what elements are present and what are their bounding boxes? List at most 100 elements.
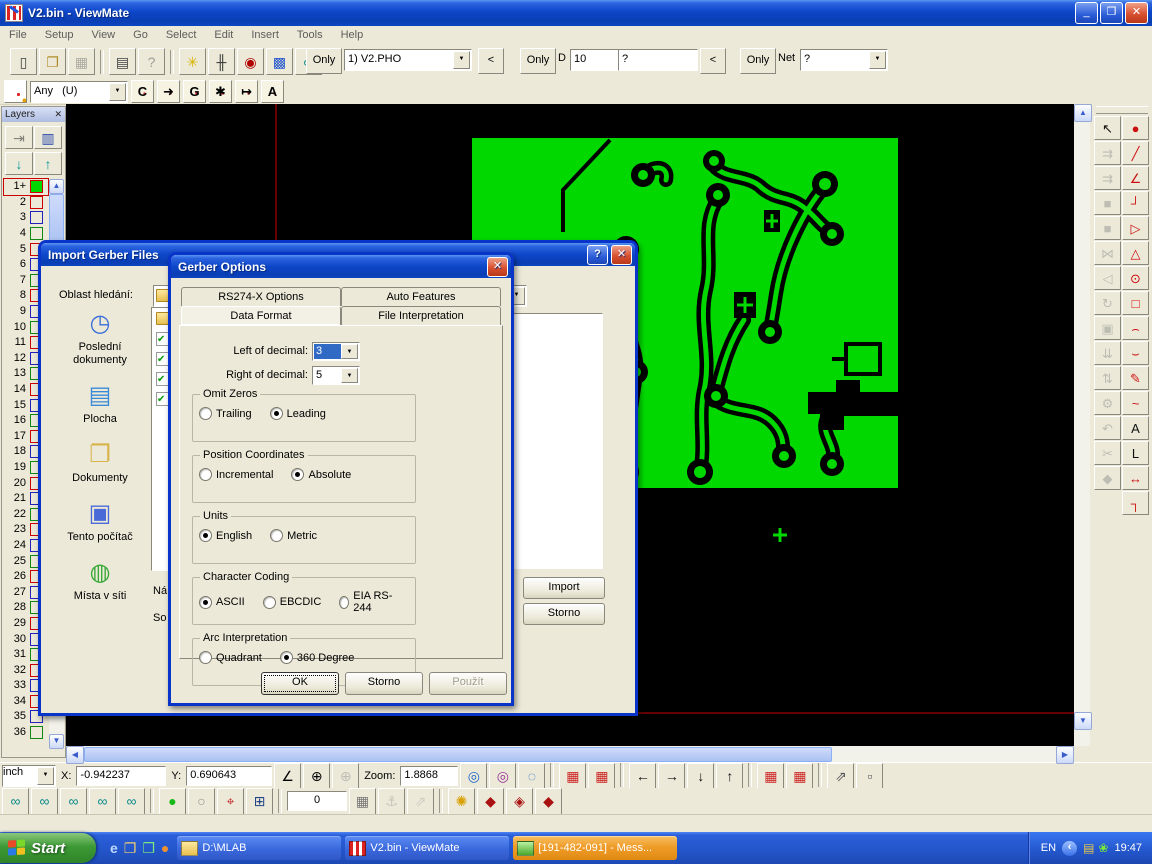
radio-ascii[interactable]: ASCII — [199, 596, 245, 609]
dialog-help-button[interactable]: ? — [587, 245, 608, 265]
angle-measure-button[interactable]: ∠ — [274, 763, 301, 790]
tab-auto-features[interactable]: Auto Features — [341, 287, 501, 306]
triangle-tool-button[interactable]: △ — [1122, 241, 1149, 265]
menu-item-insert[interactable]: Insert — [242, 27, 288, 44]
cancel-button[interactable]: Storno — [523, 603, 605, 625]
radio-eia-rs-244[interactable]: EIA RS-244 — [339, 590, 395, 614]
tab-rs274-x-options[interactable]: RS274-X Options — [181, 287, 341, 306]
grid-show-button[interactable]: ▦ — [559, 763, 586, 790]
layer-row[interactable]: 3 — [4, 210, 48, 226]
menu-item-help[interactable]: Help — [332, 27, 373, 44]
scroll-left-icon[interactable]: ◀ — [66, 746, 84, 764]
chevron-down-icon[interactable]: ▼ — [109, 83, 126, 101]
circle-tool-button[interactable]: ⊙ — [1122, 266, 1149, 290]
task-viewmate[interactable]: V2.bin - ViewMate — [345, 836, 509, 860]
tool-star-icon[interactable]: ✱ — [209, 80, 232, 103]
chevron-down-icon[interactable]: ▼ — [37, 767, 54, 785]
select-area-button[interactable]: ▫ — [856, 763, 883, 790]
origin-target-button[interactable]: ⊕ — [303, 763, 330, 790]
firefox-icon[interactable]: ● — [161, 841, 169, 855]
scroll-down-icon[interactable]: ▼ — [1074, 712, 1092, 730]
dcode-input[interactable]: 10 — [570, 49, 622, 71]
grid-snap-button[interactable]: ▦ — [588, 763, 615, 790]
highlight-off-button[interactable]: ○ — [188, 788, 215, 815]
text-l-tool-button[interactable]: L — [1122, 441, 1149, 465]
line-tool-button[interactable]: ╱ — [1122, 141, 1149, 165]
only-layer-button[interactable]: Only — [306, 48, 342, 74]
tab-file-interpretation[interactable]: File Interpretation — [341, 306, 501, 325]
dialog-close-button[interactable]: ✕ — [487, 257, 508, 277]
menu-item-setup[interactable]: Setup — [36, 27, 83, 44]
place-desktop[interactable]: ▤Plocha — [54, 381, 146, 426]
canvas-hscrollbar[interactable]: ◀ ▶ — [66, 746, 1074, 762]
radio-360-degree[interactable]: 360 Degree — [280, 651, 355, 664]
chevron-down-icon[interactable]: ▼ — [453, 51, 470, 69]
menu-item-select[interactable]: Select — [157, 27, 206, 44]
scroll-up-icon[interactable]: ▲ — [49, 179, 64, 194]
chevron-down-icon[interactable]: ▼ — [341, 368, 358, 383]
grid-pan-button[interactable]: ▦ — [786, 763, 813, 790]
chevron-down-icon[interactable]: ▼ — [341, 344, 358, 359]
left-decimal-combo[interactable]: 3 ▼ — [312, 342, 360, 361]
view-pads-glasses-button[interactable]: ∞ — [2, 788, 29, 815]
ok-button[interactable]: OK — [261, 672, 339, 695]
previous-layer-button[interactable]: < — [478, 48, 504, 74]
pan-left-button[interactable]: ← — [629, 763, 656, 790]
layer-row[interactable]: 4 — [4, 226, 48, 242]
pan-down-button[interactable]: ↓ — [687, 763, 714, 790]
arc-tool-button[interactable]: ⌢ — [1122, 316, 1149, 340]
view-outline-glasses-button[interactable]: ∞ — [118, 788, 145, 815]
dcode-filter-input[interactable]: ? — [618, 49, 698, 71]
polyline-tool-button[interactable]: ∠ — [1122, 166, 1149, 190]
close-icon[interactable]: ✕ — [54, 109, 62, 120]
place-recent-documents[interactable]: ◷Poslední dokumenty — [54, 309, 146, 367]
layer-row[interactable]: 1+ — [4, 179, 48, 195]
blink-3-button[interactable]: ◆ — [535, 788, 562, 815]
new-file-button[interactable]: ▯ — [10, 48, 37, 75]
radio-ebcdic[interactable]: EBCDIC — [263, 596, 322, 609]
rect-tool-button[interactable]: □ — [1122, 291, 1149, 315]
probe-pin-button[interactable]: ⌖ — [217, 788, 244, 815]
cancel-button[interactable]: Storno — [345, 672, 423, 695]
zoom-window-button[interactable]: ◌ — [518, 763, 545, 790]
stretch-dashed-button[interactable]: ⇗ — [827, 763, 854, 790]
chevron-down-icon[interactable]: ▼ — [869, 51, 886, 69]
zoom-grid-button[interactable]: ◎ — [489, 763, 516, 790]
print-button[interactable]: ▤ — [109, 48, 136, 75]
corner-tool-button[interactable]: ┐ — [1122, 491, 1149, 515]
view-planes-glasses-button[interactable]: ∞ — [60, 788, 87, 815]
clipboard-tray-icon[interactable]: ▤ — [1083, 842, 1094, 854]
aperture-grid-icon[interactable] — [4, 80, 27, 103]
unit-combo[interactable]: inch ▼ — [2, 765, 56, 787]
grid-corner-button[interactable]: ▦ — [757, 763, 784, 790]
menu-item-edit[interactable]: Edit — [205, 27, 242, 44]
scroll-up-icon[interactable]: ▲ — [1074, 104, 1092, 122]
green-app-icon[interactable]: ❒ — [142, 841, 155, 855]
right-decimal-combo[interactable]: 5 ▼ — [312, 366, 360, 385]
radio-leading[interactable]: Leading — [270, 407, 326, 420]
import-button[interactable]: Import — [523, 577, 605, 599]
blink-2-button[interactable]: ◈ — [506, 788, 533, 815]
tool-c-icon[interactable]: C — [131, 80, 154, 103]
language-indicator[interactable]: EN — [1041, 842, 1056, 854]
ie-icon[interactable]: e — [110, 841, 118, 855]
folder-launch-icon[interactable]: ❐ — [124, 841, 137, 855]
start-button[interactable]: Start — [0, 833, 96, 863]
icq-flower-icon[interactable]: ❀ — [1098, 842, 1108, 854]
menu-item-tools[interactable]: Tools — [288, 27, 332, 44]
quad-view-button[interactable]: ⊞ — [246, 788, 273, 815]
tool-g-icon[interactable]: G — [183, 80, 206, 103]
minimize-button[interactable]: _ — [1075, 2, 1098, 24]
radio-quadrant[interactable]: Quadrant — [199, 651, 262, 664]
menu-item-go[interactable]: Go — [124, 27, 157, 44]
radio-absolute[interactable]: Absolute — [291, 468, 351, 481]
tool-h-icon[interactable]: ↦ — [235, 80, 258, 103]
tool-a-icon[interactable]: A — [261, 80, 284, 103]
test-pins-button[interactable]: ╫ — [208, 48, 235, 75]
place-network-places[interactable]: ◍Místa v síti — [54, 558, 146, 603]
menu-item-file[interactable]: File — [0, 27, 36, 44]
layer-row[interactable]: 36 — [4, 725, 48, 741]
place-documents[interactable]: ❐Dokumenty — [54, 440, 146, 485]
elbow-tool-button[interactable]: ┘ — [1122, 191, 1149, 215]
vertex-tool-button[interactable]: ▷ — [1122, 216, 1149, 240]
